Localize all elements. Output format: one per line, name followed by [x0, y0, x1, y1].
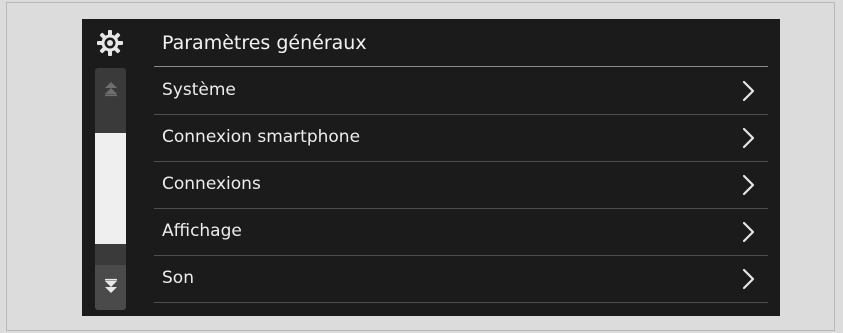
list-item-label: Affichage [162, 221, 242, 241]
scroll-down-icon [104, 278, 118, 298]
header: Paramètres généraux [82, 19, 780, 66]
list-item-affichage[interactable]: Affichage [154, 209, 768, 256]
list-item-son[interactable]: Son [154, 256, 768, 303]
settings-list: Système Connexion smartphone Connexions … [154, 68, 768, 303]
list-item-label: Son [162, 268, 194, 288]
scrollbar[interactable] [95, 68, 126, 310]
list-item-label: Connexion smartphone [162, 127, 361, 147]
page-title: Paramètres généraux [162, 32, 367, 54]
scroll-thumb[interactable] [95, 133, 126, 244]
chevron-right-icon [742, 80, 756, 102]
chevron-right-icon [742, 127, 756, 149]
list-item-connexions[interactable]: Connexions [154, 162, 768, 209]
chevron-right-icon [742, 221, 756, 243]
gear-icon [96, 29, 124, 57]
scroll-down-button[interactable] [95, 265, 126, 310]
list-item-systeme[interactable]: Système [154, 68, 768, 115]
chevron-right-icon [742, 268, 756, 290]
scroll-up-button[interactable] [95, 68, 126, 113]
header-divider [154, 66, 768, 67]
scroll-up-icon [104, 81, 118, 101]
list-item-label: Système [162, 80, 236, 100]
list-item-connexion-smartphone[interactable]: Connexion smartphone [154, 115, 768, 162]
chevron-right-icon [742, 174, 756, 196]
list-item-label: Connexions [162, 174, 261, 194]
settings-screen: Paramètres généraux Système Connexion sm… [82, 19, 780, 316]
